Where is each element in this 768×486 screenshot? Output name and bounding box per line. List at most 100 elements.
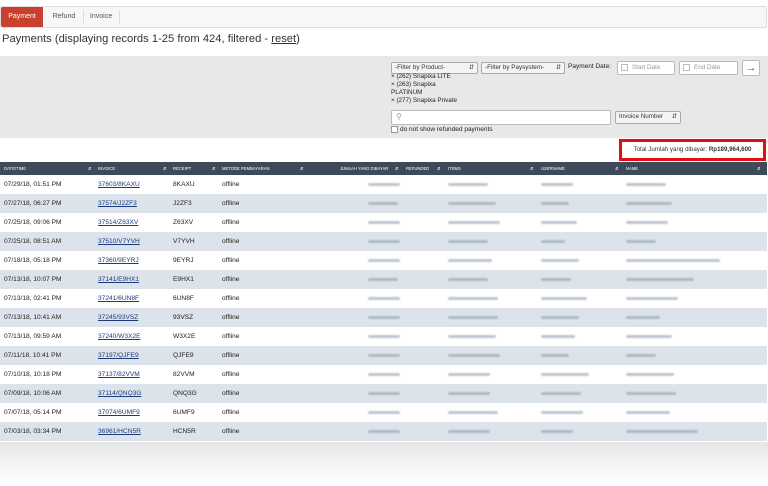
tab-refund[interactable]: Refund: [45, 7, 83, 27]
column-header-items[interactable]: ITEMS: [448, 162, 461, 175]
invoice-link[interactable]: 37241/6UN8F: [98, 289, 139, 308]
redacted-name: [626, 202, 672, 205]
cell-method: offline: [222, 314, 240, 321]
invoice-link[interactable]: 37074/6UMF9: [98, 403, 140, 422]
column-header-datetime[interactable]: DATE/TIME: [4, 162, 26, 175]
table-row[interactable]: 07/27/18, 06:27 PM 37574/J2ZF3 J2ZF3 off…: [0, 194, 767, 213]
table-row[interactable]: 07/25/18, 08:51 AM 37510/V7YVH V7YVH off…: [0, 232, 767, 251]
redacted-amount: [368, 278, 398, 281]
search-input[interactable]: ⚲: [391, 110, 611, 125]
invoice-link[interactable]: 37510/V7YVH: [98, 232, 140, 251]
redacted-amount: [368, 183, 400, 186]
cell-receipt: E9HX1: [173, 276, 194, 283]
table-row[interactable]: 07/10/18, 10:18 PM 37137/82VVM 82VVM off…: [0, 365, 767, 384]
redacted-username: [541, 411, 583, 414]
column-header-amount[interactable]: JUMLAH YANG DIBAYAR: [340, 162, 388, 175]
reset-link[interactable]: reset: [271, 33, 296, 45]
search-field-select[interactable]: Invoice Number ⇵: [615, 111, 681, 124]
start-date-input[interactable]: Start Date: [617, 61, 675, 75]
table-row[interactable]: 07/13/18, 09:59 AM 37240/W3X2E W3X2E off…: [0, 327, 767, 346]
cell-method: offline: [222, 428, 240, 435]
redacted-items: [448, 259, 492, 262]
chevron-updown-icon: ⇵: [671, 114, 677, 120]
invoice-link[interactable]: 37240/W3X2E: [98, 327, 141, 346]
invoice-link[interactable]: 37141/E9HX1: [98, 270, 139, 289]
total-paid-value: Rp189,964,600: [708, 146, 752, 153]
invoice-link[interactable]: 37574/J2ZF3: [98, 194, 137, 213]
selected-product-chip[interactable]: × (277) Snapixa Private: [391, 97, 457, 105]
column-header-username[interactable]: USERNAME: [541, 162, 565, 175]
redacted-username: [541, 278, 571, 281]
table-row[interactable]: 07/18/18, 05:18 PM 37360/9EYRJ 9EYRJ off…: [0, 251, 767, 270]
table-row[interactable]: 07/03/18, 03:34 PM 36961/HCN5R HCN5R off…: [0, 422, 767, 441]
column-header-name[interactable]: NAME: [626, 162, 638, 175]
cell-datetime: 07/27/18, 06:27 PM: [4, 200, 62, 207]
redacted-items: [448, 392, 490, 395]
table-row[interactable]: 07/25/18, 09:06 PM 37514/Z63XV Z63XV off…: [0, 213, 767, 232]
invoice-link[interactable]: 37137/82VVM: [98, 365, 140, 384]
invoice-link[interactable]: 36961/HCN5R: [98, 422, 141, 441]
apply-filter-button[interactable]: →: [742, 60, 760, 76]
redacted-name: [626, 259, 720, 262]
invoice-link[interactable]: 37245/93VSZ: [98, 308, 138, 327]
table-row[interactable]: 07/07/18, 05:14 PM 37074/6UMF9 6UMF9 off…: [0, 403, 767, 422]
column-header-method[interactable]: METODE PEMBAYARAN: [222, 162, 269, 175]
redacted-items: [448, 221, 500, 224]
selected-product-label: PLATINUM: [391, 89, 423, 96]
redacted-username: [541, 335, 575, 338]
selected-product-chip[interactable]: × (262) Snapixa LITE: [391, 73, 451, 81]
chevron-updown-icon: ⇵: [468, 65, 474, 71]
table-row[interactable]: 07/09/18, 10:06 AM 37114/QNQ3G QNQ3G off…: [0, 384, 767, 403]
redacted-items: [448, 240, 488, 243]
cell-receipt: Z63XV: [173, 219, 194, 226]
sort-icon: ⇵: [395, 166, 399, 171]
redacted-amount: [368, 221, 400, 224]
column-header-invoice[interactable]: INVOICE: [98, 162, 115, 175]
remove-icon[interactable]: ×: [391, 73, 395, 80]
tab-invoice[interactable]: Invoice: [83, 7, 119, 27]
invoice-link[interactable]: 37197/QJFE9: [98, 346, 139, 365]
selected-product-label: (277) Snapixa Private: [396, 97, 457, 104]
cell-datetime: 07/13/18, 10:07 PM: [4, 276, 62, 283]
cell-receipt: V7YVH: [173, 238, 195, 245]
redacted-name: [626, 354, 656, 357]
cell-receipt: 8KAXU: [173, 181, 195, 188]
redacted-username: [541, 183, 573, 186]
table-row[interactable]: 07/13/18, 02:41 PM 37241/6UN8F 6UN8F off…: [0, 289, 767, 308]
redacted-name: [626, 430, 698, 433]
redacted-items: [448, 202, 496, 205]
hide-refunded-checkbox[interactable]: [391, 126, 398, 133]
total-paid-summary: Total Jumlah yang dibayar: Rp189,964,600: [619, 139, 766, 161]
column-header-refunded[interactable]: REFUNDED: [406, 162, 429, 175]
redacted-name: [626, 392, 676, 395]
cell-receipt: 6UMF9: [173, 409, 195, 416]
end-date-input[interactable]: End Date: [679, 61, 738, 75]
selected-product-chip[interactable]: × (263) Snapixa: [391, 81, 436, 89]
invoice-link[interactable]: 37603/8KAXU: [98, 175, 140, 194]
sort-icon: ⇵: [212, 166, 216, 171]
paysystem-filter-select[interactable]: -Filter by Paysystem- ⇵: [481, 62, 565, 74]
column-header-receipt[interactable]: RECEIPT: [173, 162, 191, 175]
redacted-items: [448, 411, 498, 414]
table-row[interactable]: 07/11/18, 10:41 PM 37197/QJFE9 QJFE9 off…: [0, 346, 767, 365]
redacted-items: [448, 316, 498, 319]
invoice-link[interactable]: 37514/Z63XV: [98, 213, 138, 232]
invoice-link[interactable]: 37114/QNQ3G: [98, 384, 142, 403]
invoice-link[interactable]: 37360/9EYRJ: [98, 251, 139, 270]
cell-receipt: J2ZF3: [173, 200, 192, 207]
remove-icon[interactable]: ×: [391, 81, 395, 88]
sort-icon: ⇵: [437, 166, 441, 171]
cell-receipt: 93VSZ: [173, 314, 194, 321]
remove-icon[interactable]: ×: [391, 97, 395, 104]
cell-method: offline: [222, 390, 240, 397]
redacted-name: [626, 373, 674, 376]
table-row[interactable]: 07/29/18, 01:51 PM 37603/8KAXU 8KAXU off…: [0, 175, 767, 194]
cell-datetime: 07/18/18, 05:18 PM: [4, 257, 62, 264]
tab-payment[interactable]: Payment: [1, 7, 43, 27]
cell-datetime: 07/10/18, 10:18 PM: [4, 371, 62, 378]
table-row[interactable]: 07/13/18, 10:41 AM 37245/93VSZ 93VSZ off…: [0, 308, 767, 327]
cell-receipt: 9EYRJ: [173, 257, 194, 264]
redacted-amount: [368, 297, 400, 300]
redacted-name: [626, 297, 678, 300]
table-row[interactable]: 07/13/18, 10:07 PM 37141/E9HX1 E9HX1 off…: [0, 270, 767, 289]
